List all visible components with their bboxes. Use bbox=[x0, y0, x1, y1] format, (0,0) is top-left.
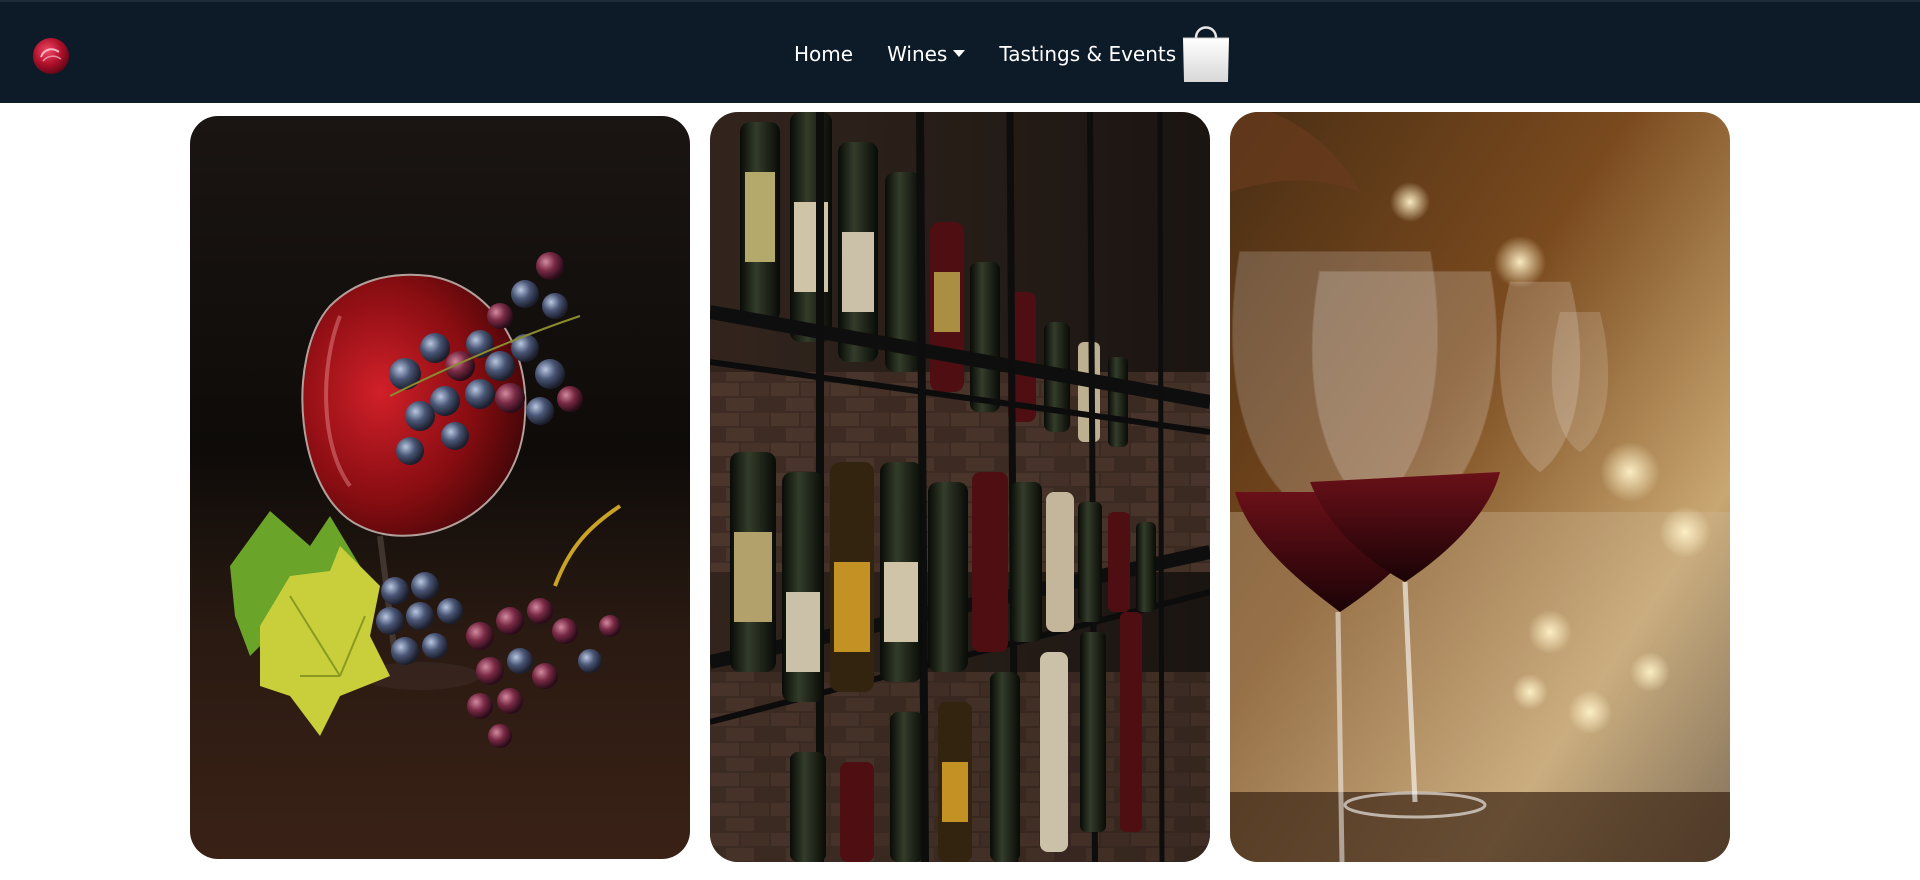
nav-link-tastings-events[interactable]: Tastings & Events bbox=[999, 42, 1176, 66]
nav-link-wines[interactable]: Wines bbox=[887, 41, 966, 66]
shopping-bag-icon[interactable] bbox=[1180, 18, 1232, 84]
gallery-image-wine-glass-grapes bbox=[190, 116, 690, 859]
chevron-down-icon bbox=[953, 50, 966, 57]
gallery-image-wine-cellar bbox=[710, 112, 1210, 862]
wine-logo-icon[interactable] bbox=[32, 37, 70, 75]
top-navbar: Home Wines Tastings & Events bbox=[0, 0, 1920, 103]
nav-link-wines-label: Wines bbox=[887, 41, 948, 66]
nav-link-home[interactable]: Home bbox=[794, 42, 853, 66]
gallery-image-wine-glasses-bar bbox=[1230, 112, 1730, 862]
main-nav: Home Wines Tastings & Events bbox=[794, 2, 1210, 105]
